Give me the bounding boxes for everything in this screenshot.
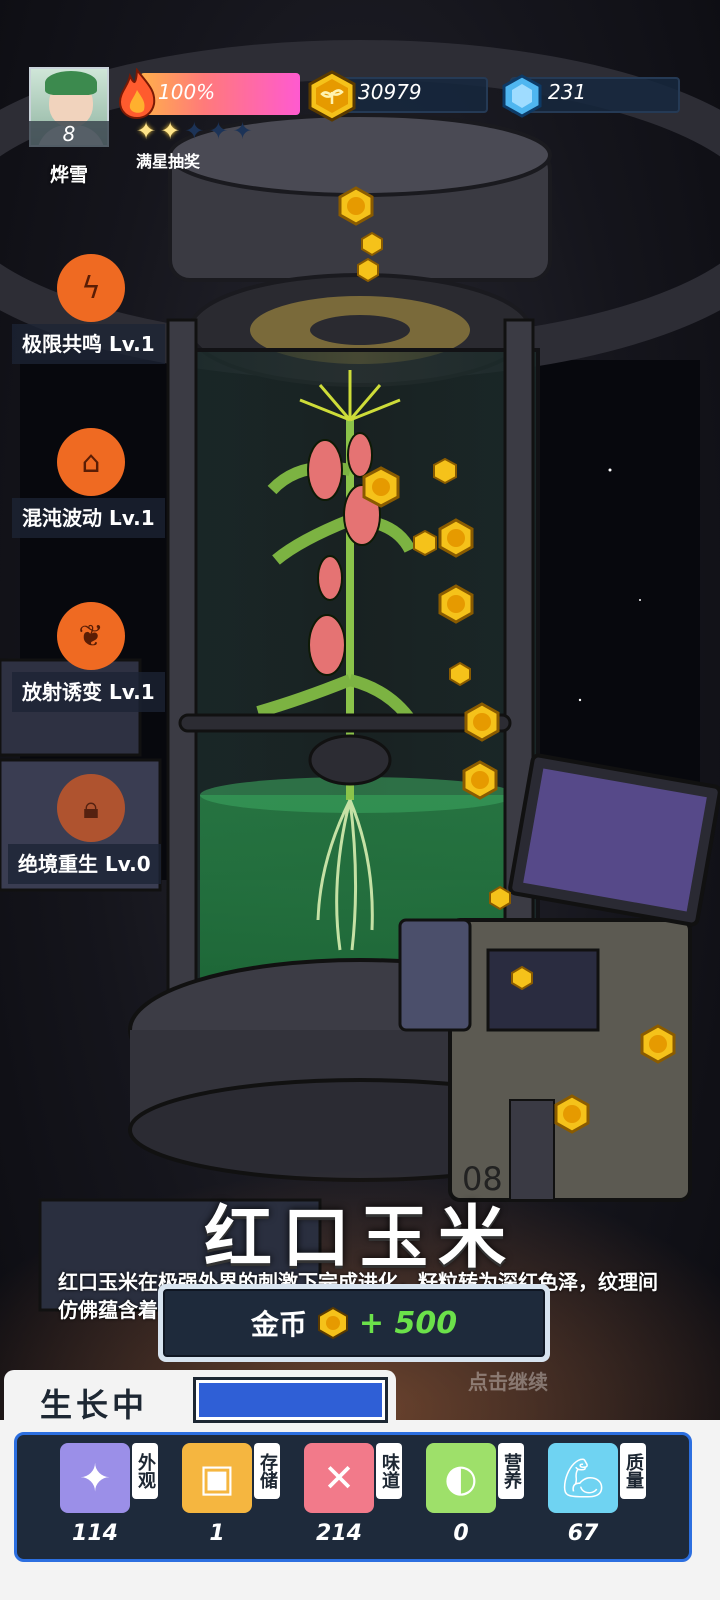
stat-value: 67 xyxy=(567,1521,599,1546)
energy-percent: 100% xyxy=(158,80,216,104)
floating-coin xyxy=(362,466,400,508)
stat-nutrition[interactable]: ◐ 营养 0 xyxy=(426,1443,526,1553)
growth-chamber-scene[interactable]: 08 8 烨雪 100% ✦ ✦ ✦ ✦ ✦ 满星抽奖 30979 231 ϟ … xyxy=(0,0,720,1600)
reward-label: 金币 xyxy=(250,1308,307,1341)
player-name: 烨雪 xyxy=(49,164,88,186)
growth-status-label: 生长中 xyxy=(40,1386,149,1424)
floating-coin xyxy=(462,760,498,800)
floating-coin xyxy=(489,886,511,910)
stat-tag: 质量 xyxy=(620,1443,646,1499)
floating-coin xyxy=(554,1094,590,1134)
star-icon-filled: ✦ xyxy=(160,117,181,145)
floating-coin xyxy=(433,458,457,484)
stat-storage[interactable]: ▣ 存储 1 xyxy=(182,1443,282,1553)
lightning-sprout-icon[interactable]: ϟ xyxy=(57,254,125,322)
gem-amount: 231 xyxy=(548,80,587,104)
star-icon-empty: ✦ xyxy=(208,117,229,145)
star-icon-filled: ✦ xyxy=(136,117,157,145)
stat-value: 1 xyxy=(209,1521,225,1546)
gold-amount: 30979 xyxy=(358,80,422,104)
gold-coin-icon xyxy=(317,1307,348,1339)
star-rating: ✦ ✦ ✦ ✦ ✦ xyxy=(136,116,298,146)
tap-to-continue[interactable]: 点击继续 xyxy=(468,1366,548,1395)
reward-content: 金币 + 500 xyxy=(163,1289,545,1357)
floating-coin xyxy=(449,662,471,686)
stat-tag: 外观 xyxy=(132,1443,158,1499)
floating-coin xyxy=(357,258,379,282)
fork-knife-icon: ✕ xyxy=(304,1443,374,1513)
gem-icon xyxy=(502,74,542,118)
stat-quality[interactable]: 💪︎ 质量 67 xyxy=(548,1443,648,1553)
reward-banner: 金币 + 500 xyxy=(158,1284,550,1362)
stat-tag: 味道 xyxy=(376,1443,402,1499)
floating-coin xyxy=(438,584,474,624)
growth-progress-bar xyxy=(193,1377,388,1423)
full-star-lottery-label[interactable]: 满星抽奖 xyxy=(136,148,200,172)
floating-coin xyxy=(464,702,500,742)
skill-label-extreme-resonance[interactable]: 极限共鸣 Lv.1 xyxy=(12,324,165,364)
stat-value: 214 xyxy=(316,1521,362,1546)
growth-progress-fill xyxy=(199,1383,382,1417)
plant-dome-icon[interactable]: ⌂ xyxy=(57,428,125,496)
plant-name-title: 红口玉米 xyxy=(203,1199,516,1278)
flame-icon xyxy=(118,68,156,120)
stat-appearance[interactable]: ✦ 外观 114 xyxy=(60,1443,160,1553)
lock-icon[interactable]: 🔒︎ xyxy=(57,774,125,842)
stat-tag: 存储 xyxy=(254,1443,280,1499)
floating-coin xyxy=(640,1024,676,1064)
reward-amount: + 500 xyxy=(358,1305,458,1341)
sparkle-icon: ✦ xyxy=(60,1443,130,1513)
muscle-icon: 💪︎ xyxy=(548,1443,618,1513)
stat-value: 114 xyxy=(72,1521,118,1546)
skill-label-desperate-rebirth[interactable]: 绝境重生 Lv.0 xyxy=(8,844,161,884)
stat-value: 0 xyxy=(453,1521,469,1546)
lemon-icon: ◐ xyxy=(426,1443,496,1513)
box-icon: ▣ xyxy=(182,1443,252,1513)
star-icon-empty: ✦ xyxy=(184,117,205,145)
skill-label-radiation-mutation[interactable]: 放射诱变 Lv.1 xyxy=(12,672,165,712)
skill-label-chaos-wave[interactable]: 混沌波动 Lv.1 xyxy=(12,498,165,538)
gold-coin-icon xyxy=(308,70,356,122)
floating-coin xyxy=(438,518,474,558)
floating-coin xyxy=(511,966,533,990)
sprout-box-icon[interactable]: ❦ xyxy=(57,602,125,670)
player-level: 8 xyxy=(29,121,109,147)
floating-coin xyxy=(413,530,437,556)
stat-taste[interactable]: ✕ 味道 214 xyxy=(304,1443,404,1553)
floating-coin xyxy=(361,232,383,256)
floating-coin xyxy=(338,186,374,226)
star-icon-empty: ✦ xyxy=(232,117,253,145)
stat-tag: 营养 xyxy=(498,1443,524,1499)
